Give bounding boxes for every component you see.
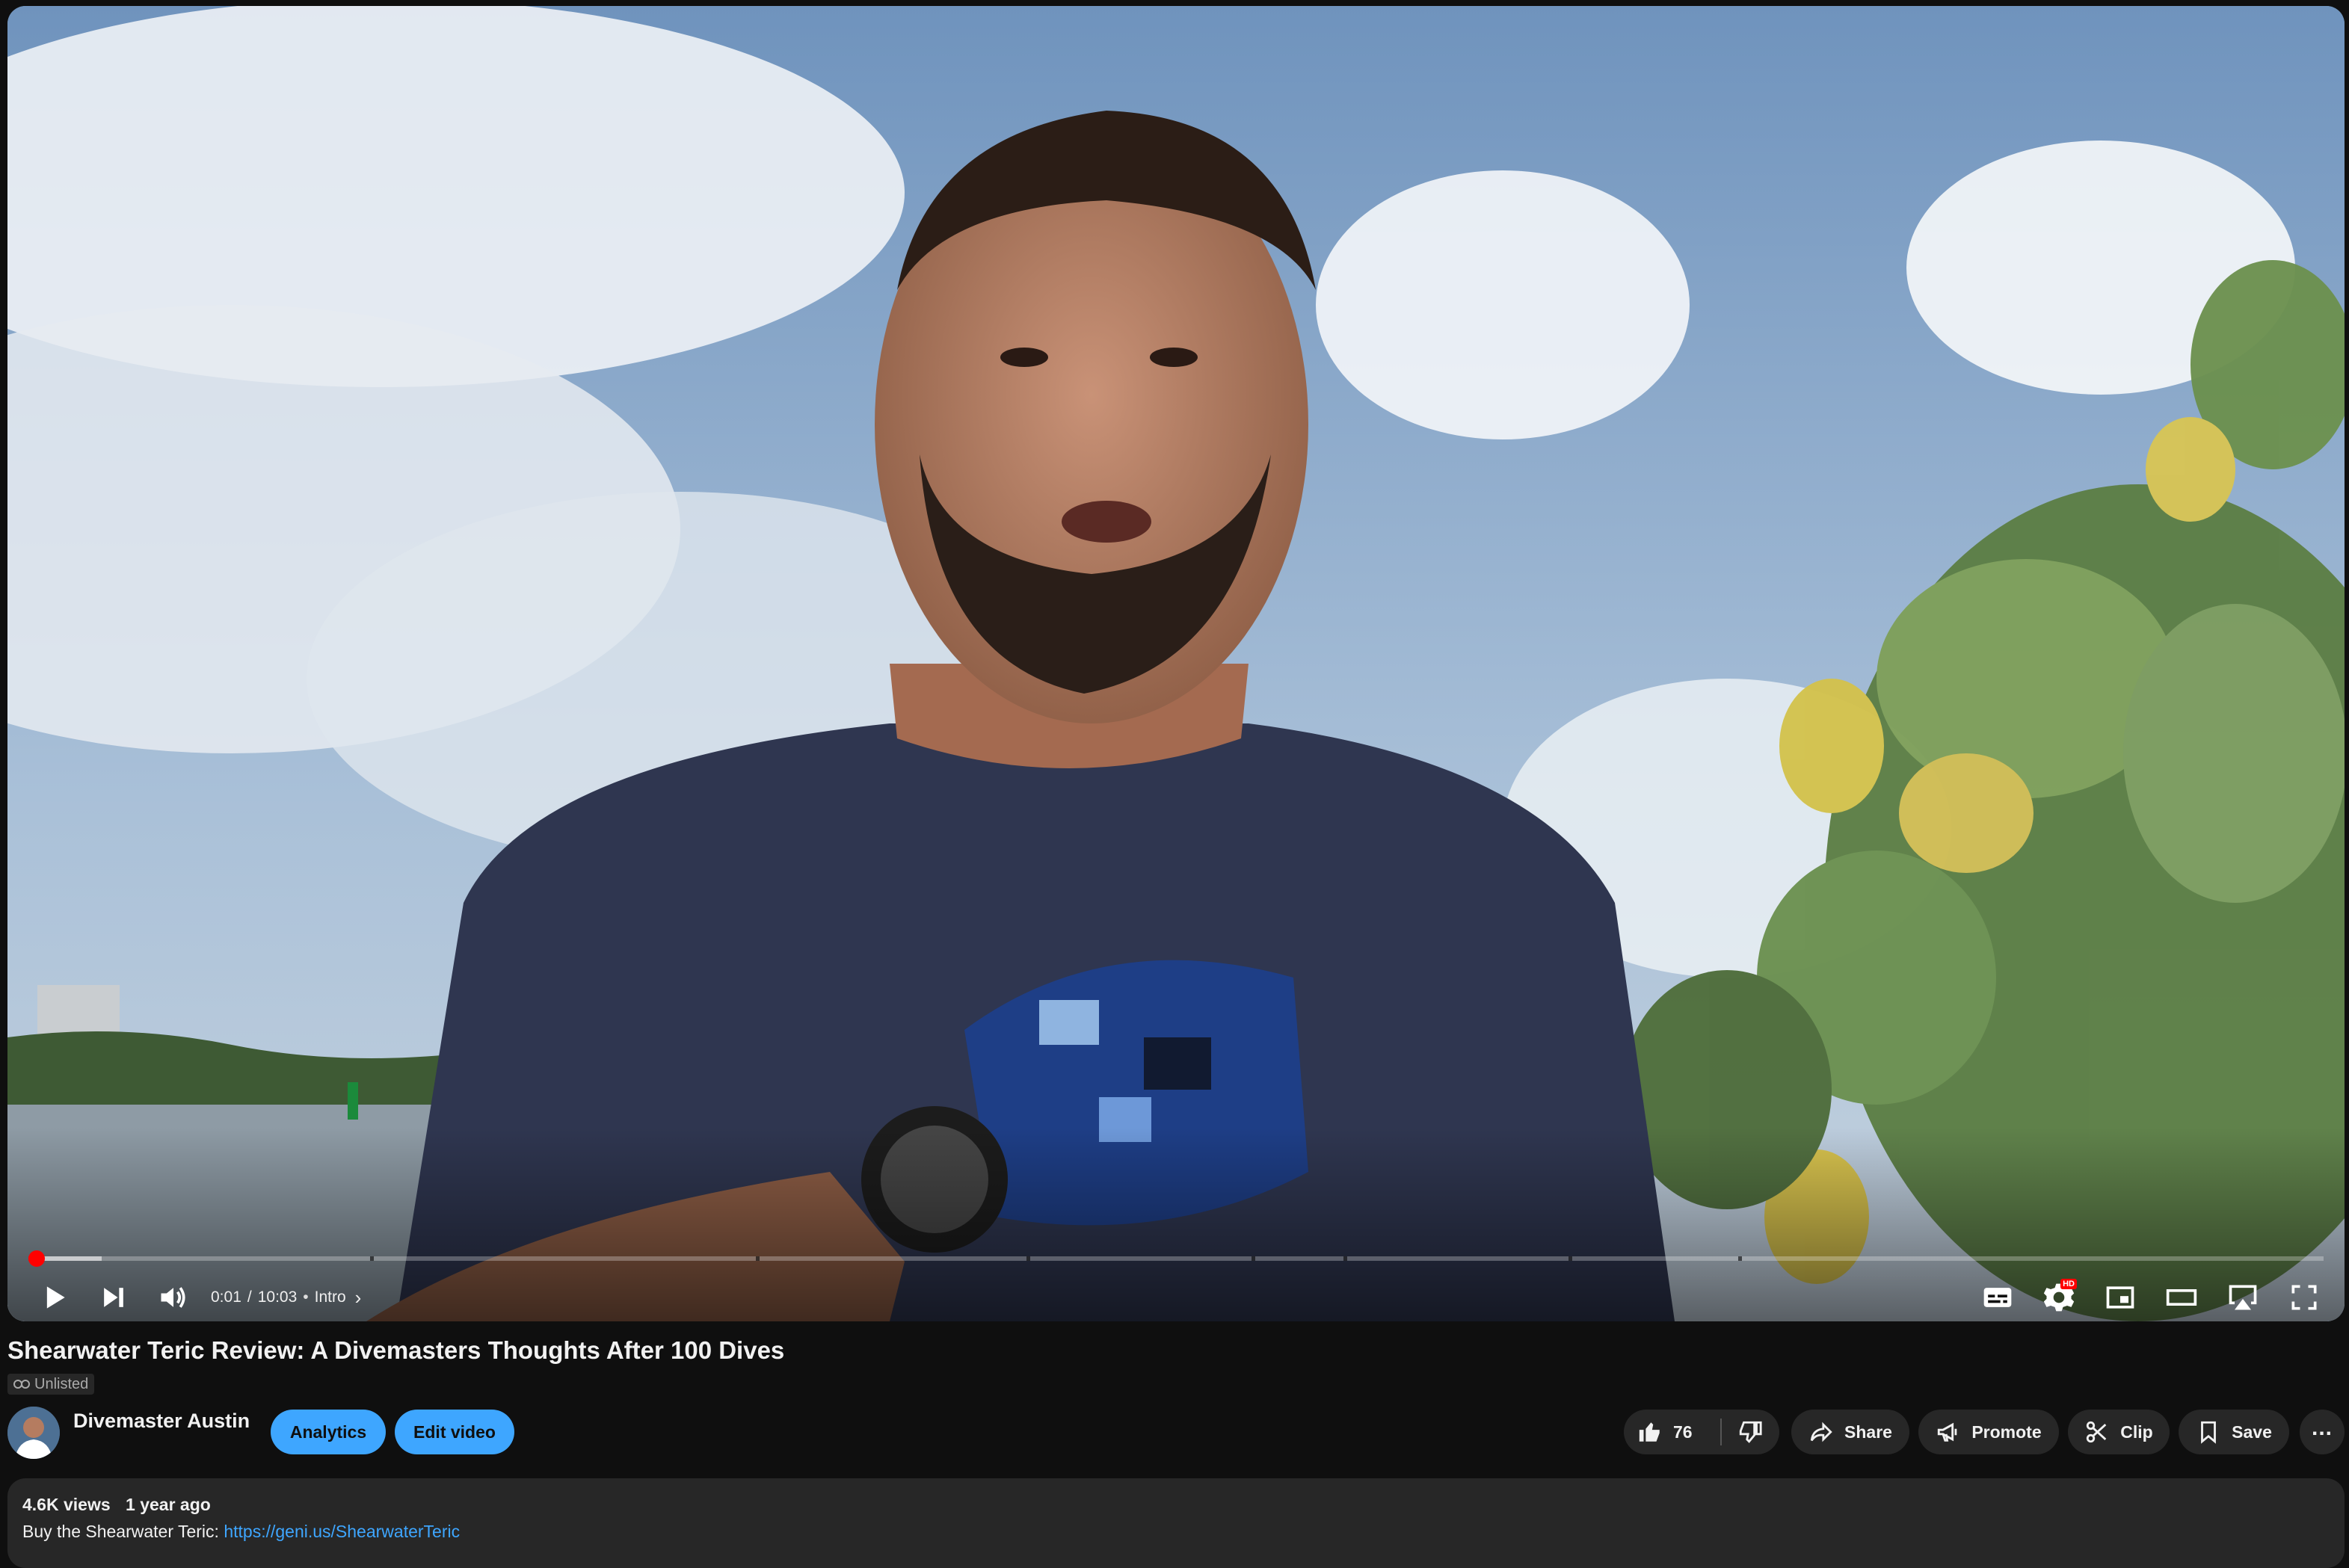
- next-button[interactable]: [90, 1274, 138, 1321]
- chapter-title[interactable]: Intro: [315, 1288, 346, 1306]
- theater-mode-button[interactable]: [2158, 1274, 2205, 1321]
- chapter-separator: •: [303, 1288, 309, 1306]
- volume-button[interactable]: [150, 1274, 197, 1321]
- volume-icon: [161, 1287, 185, 1308]
- bookmark-icon: [2201, 1421, 2217, 1444]
- hd-badge: HD: [2060, 1279, 2077, 1289]
- video-player[interactable]: 0:01 / 10:03 • Intro › HD: [7, 6, 2345, 1321]
- right-controls: HD: [1974, 1274, 2328, 1321]
- chapter-marker: [1252, 1256, 1256, 1261]
- subtitles-button[interactable]: [1974, 1274, 2022, 1321]
- play-button[interactable]: [30, 1274, 78, 1321]
- current-time: 0:01: [211, 1288, 241, 1306]
- promote-button[interactable]: Promote: [1918, 1410, 2059, 1454]
- save-button[interactable]: Save: [2179, 1410, 2289, 1454]
- play-icon: [46, 1286, 65, 1309]
- dislike-button[interactable]: [1722, 1410, 1779, 1454]
- visibility-badge: Unlisted: [7, 1374, 95, 1395]
- link-icon: [13, 1380, 30, 1389]
- share-label: Share: [1844, 1422, 1892, 1442]
- megaphone-icon: [1938, 1422, 1957, 1442]
- fullscreen-button[interactable]: [2280, 1274, 2328, 1321]
- promote-label: Promote: [1971, 1422, 2042, 1442]
- view-count: 4.6K views: [22, 1495, 111, 1514]
- scissors-icon: [2087, 1421, 2107, 1443]
- chapter-marker: [1738, 1256, 1743, 1261]
- miniplayer-icon: [2106, 1286, 2134, 1309]
- like-dislike-group: 76: [1624, 1410, 1779, 1454]
- left-controls: 0:01 / 10:03 • Intro ›: [30, 1274, 361, 1321]
- time-display: 0:01 / 10:03 • Intro ›: [211, 1286, 361, 1309]
- airplay-icon: [2229, 1285, 2257, 1310]
- fullscreen-icon: [2291, 1285, 2317, 1310]
- chevron-right-icon[interactable]: ›: [355, 1286, 362, 1309]
- description-box[interactable]: 4.6K views 1 year ago Buy the Shearwater…: [7, 1478, 2345, 1568]
- video-frame: [7, 6, 2345, 1321]
- duration: 10:03: [257, 1288, 298, 1306]
- edit-video-button[interactable]: Edit video: [395, 1410, 514, 1454]
- thumbs-down-icon: [1740, 1421, 1762, 1443]
- video-title: Shearwater Teric Review: A Divemasters T…: [7, 1336, 785, 1364]
- subtitles-icon: [1983, 1288, 2012, 1307]
- clip-label: Clip: [2120, 1422, 2153, 1442]
- next-icon: [104, 1288, 123, 1307]
- analytics-button[interactable]: Analytics: [271, 1410, 386, 1454]
- description-prefix: Buy the Shearwater Teric:: [22, 1522, 224, 1541]
- theater-mode-icon: [2166, 1289, 2197, 1306]
- description-meta: 4.6K views 1 year ago: [22, 1495, 211, 1515]
- save-label: Save: [2232, 1422, 2272, 1442]
- avatar-image: [7, 1407, 60, 1459]
- chapter-marker: [370, 1256, 375, 1261]
- description-link[interactable]: https://geni.us/ShearwaterTeric: [224, 1522, 460, 1541]
- clip-button[interactable]: Clip: [2068, 1410, 2170, 1454]
- description-text: Buy the Shearwater Teric: https://geni.u…: [22, 1522, 460, 1542]
- airplay-button[interactable]: [2219, 1274, 2267, 1321]
- like-count: 76: [1673, 1422, 1693, 1442]
- miniplayer-button[interactable]: [2096, 1274, 2144, 1321]
- share-icon: [1810, 1422, 1832, 1442]
- settings-button[interactable]: HD: [2035, 1274, 2083, 1321]
- time-separator: /: [247, 1288, 252, 1306]
- more-icon: ...: [2311, 1416, 2333, 1440]
- chapter-marker: [1343, 1256, 1348, 1261]
- progress-scrubber[interactable]: [28, 1250, 46, 1267]
- progress-bar[interactable]: [28, 1250, 2324, 1267]
- chapter-marker: [1568, 1256, 1572, 1261]
- share-button[interactable]: Share: [1791, 1410, 1909, 1454]
- chapter-marker: [756, 1256, 760, 1261]
- channel-avatar[interactable]: [7, 1407, 60, 1459]
- thumbs-up-icon: [1639, 1422, 1660, 1442]
- more-actions-button[interactable]: ...: [2300, 1410, 2345, 1454]
- visibility-label: Unlisted: [34, 1375, 89, 1392]
- like-button[interactable]: 76: [1624, 1410, 1720, 1454]
- channel-name[interactable]: Divemaster Austin: [73, 1410, 250, 1433]
- upload-age: 1 year ago: [126, 1495, 211, 1514]
- chapter-marker: [1026, 1256, 1031, 1261]
